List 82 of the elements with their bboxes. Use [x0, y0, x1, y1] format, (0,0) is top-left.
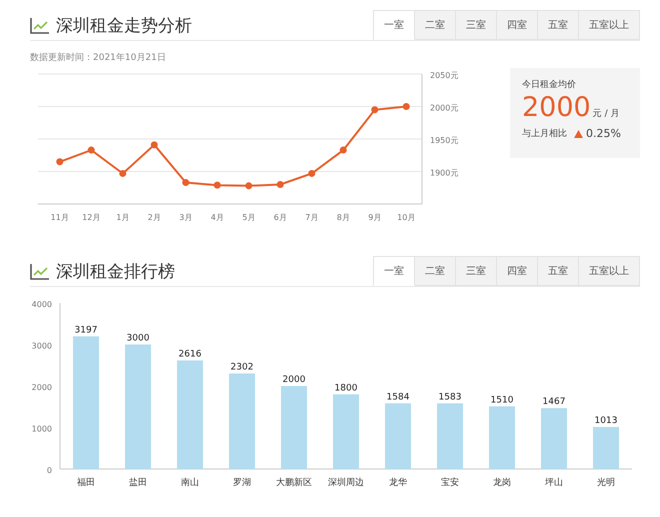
line-chart-icon — [30, 16, 50, 34]
room-tab[interactable]: 二室 — [415, 256, 456, 286]
y-axis-label: 2000 — [32, 383, 52, 392]
y-axis-label: 0 — [46, 466, 52, 475]
rent-bar — [489, 406, 515, 469]
district-label: 龙岗 — [493, 478, 511, 488]
y-axis-label: 1000 — [32, 424, 52, 434]
district-label: 深圳周边 — [328, 478, 364, 488]
rent-bar — [541, 408, 567, 469]
x-axis-label: 5月 — [242, 213, 256, 222]
bar-value: 1013 — [594, 416, 618, 426]
rent-bar — [437, 403, 463, 469]
y-axis-label: 2050元 — [430, 71, 458, 80]
x-axis-label: 2月 — [148, 213, 161, 222]
district-label: 坪山 — [545, 478, 563, 488]
bar-value: 3000 — [126, 334, 150, 344]
data-point — [119, 170, 126, 177]
bar-value: 2616 — [178, 349, 202, 360]
x-axis-label: 1月 — [116, 213, 130, 222]
room-tab[interactable]: 三室 — [456, 256, 497, 286]
y-axis-label: 3000 — [32, 342, 52, 350]
room-tab[interactable]: 三室 — [456, 10, 497, 40]
y-axis-label: 1950元 — [430, 136, 458, 145]
rent-bar — [385, 403, 411, 469]
bar-value: 1584 — [386, 392, 410, 402]
data-point — [245, 182, 252, 190]
bar-value: 1510 — [490, 395, 514, 406]
bar-value: 1800 — [334, 383, 358, 394]
bar-value: 1583 — [438, 392, 462, 402]
district-label: 罗湖 — [233, 478, 251, 488]
y-axis-label: 1900元 — [430, 168, 458, 178]
bar-value: 1467 — [542, 397, 566, 408]
room-tab[interactable]: 五室以上 — [579, 256, 640, 286]
room-tab[interactable]: 四室 — [497, 256, 538, 286]
district-label: 大鹏新区 — [276, 478, 312, 488]
bar-value: 2302 — [230, 362, 254, 372]
data-point — [150, 141, 158, 148]
data-point — [88, 146, 95, 154]
data-point — [276, 181, 284, 188]
x-axis-label: 9月 — [368, 213, 382, 222]
price-label: 今日租金均价 — [522, 78, 577, 91]
x-axis-label: 4月 — [210, 213, 224, 222]
room-tab[interactable]: 五室以上 — [579, 10, 640, 40]
data-point — [182, 179, 190, 186]
district-label: 宝安 — [441, 478, 459, 488]
price-value: 2000 — [522, 91, 591, 125]
data-point — [371, 106, 378, 114]
line-chart-icon — [30, 262, 50, 280]
compare-label: 与上月相比 — [522, 128, 567, 140]
section-title: 深圳租金走势分析 — [56, 14, 192, 36]
room-tab[interactable]: 二室 — [415, 10, 456, 40]
district-label: 龙华 — [389, 478, 407, 488]
x-axis-label: 6月 — [274, 213, 287, 222]
district-label: 福田 — [77, 478, 95, 488]
room-tab[interactable]: 一室 — [373, 10, 415, 40]
district-label: 南山 — [181, 478, 199, 488]
data-point — [340, 146, 347, 154]
change-percent: 0.25% — [586, 127, 621, 140]
data-point — [56, 158, 64, 166]
section-title: 深圳租金排行榜 — [56, 260, 175, 282]
data-point — [308, 170, 316, 177]
room-tab[interactable]: 五室 — [538, 256, 579, 286]
bar-value: 3197 — [74, 325, 98, 336]
x-axis-label: 8月 — [336, 213, 350, 222]
room-tab[interactable]: 四室 — [497, 10, 538, 40]
room-tab[interactable]: 一室 — [373, 256, 415, 286]
x-axis-label: 3月 — [179, 213, 192, 222]
update-time: 数据更新时间：2021年10月21日 — [30, 52, 167, 64]
room-tab[interactable]: 五室 — [538, 10, 579, 40]
bar-value: 2000 — [282, 375, 306, 385]
x-axis-label: 12月 — [82, 213, 100, 222]
y-axis-label: 4000 — [32, 300, 52, 309]
rent-bar — [593, 426, 619, 469]
x-axis-label: 11月 — [50, 213, 69, 222]
x-axis-label: 7月 — [305, 213, 318, 222]
price-unit: 元 / 月 — [592, 108, 620, 120]
x-axis-label: 10月 — [397, 213, 416, 222]
data-point — [402, 103, 410, 110]
y-axis-label: 2000元 — [430, 104, 458, 112]
data-point — [214, 182, 221, 189]
district-label: 盐田 — [129, 478, 147, 488]
district-label: 光明 — [597, 478, 615, 488]
